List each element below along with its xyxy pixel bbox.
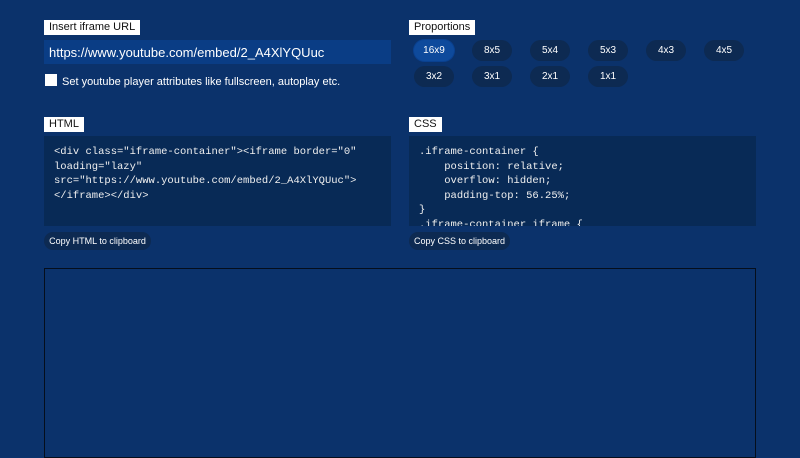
proportion-option-3x2[interactable]: 3x2 xyxy=(414,66,454,87)
copy-html-button[interactable]: Copy HTML to clipboard xyxy=(44,232,151,250)
copy-css-button[interactable]: Copy CSS to clipboard xyxy=(409,232,510,250)
proportion-option-4x3[interactable]: 4x3 xyxy=(646,40,686,61)
proportion-option-5x4[interactable]: 5x4 xyxy=(530,40,570,61)
proportion-option-3x1[interactable]: 3x1 xyxy=(472,66,512,87)
iframe-url-input[interactable] xyxy=(44,40,391,64)
proportion-option-2x1[interactable]: 2x1 xyxy=(530,66,570,87)
html-label: HTML xyxy=(44,117,84,132)
proportions-label: Proportions xyxy=(409,20,476,35)
css-code-box[interactable]: .iframe-container { position: relative; … xyxy=(409,136,756,226)
youtube-attributes-checkbox[interactable] xyxy=(45,74,57,86)
url-label: Insert iframe URL xyxy=(44,20,141,35)
proportion-option-1x1[interactable]: 1x1 xyxy=(588,66,628,87)
proportion-option-5x3[interactable]: 5x3 xyxy=(588,40,628,61)
css-label: CSS xyxy=(409,117,442,132)
youtube-attributes-label: Set youtube player attributes like fulls… xyxy=(62,76,341,88)
html-code-box[interactable]: <div class="iframe-container"><iframe bo… xyxy=(44,136,391,226)
iframe-preview[interactable] xyxy=(44,268,756,458)
proportion-option-16x9[interactable]: 16x9 xyxy=(414,40,454,61)
proportion-option-4x5[interactable]: 4x5 xyxy=(704,40,744,61)
proportion-option-8x5[interactable]: 8x5 xyxy=(472,40,512,61)
